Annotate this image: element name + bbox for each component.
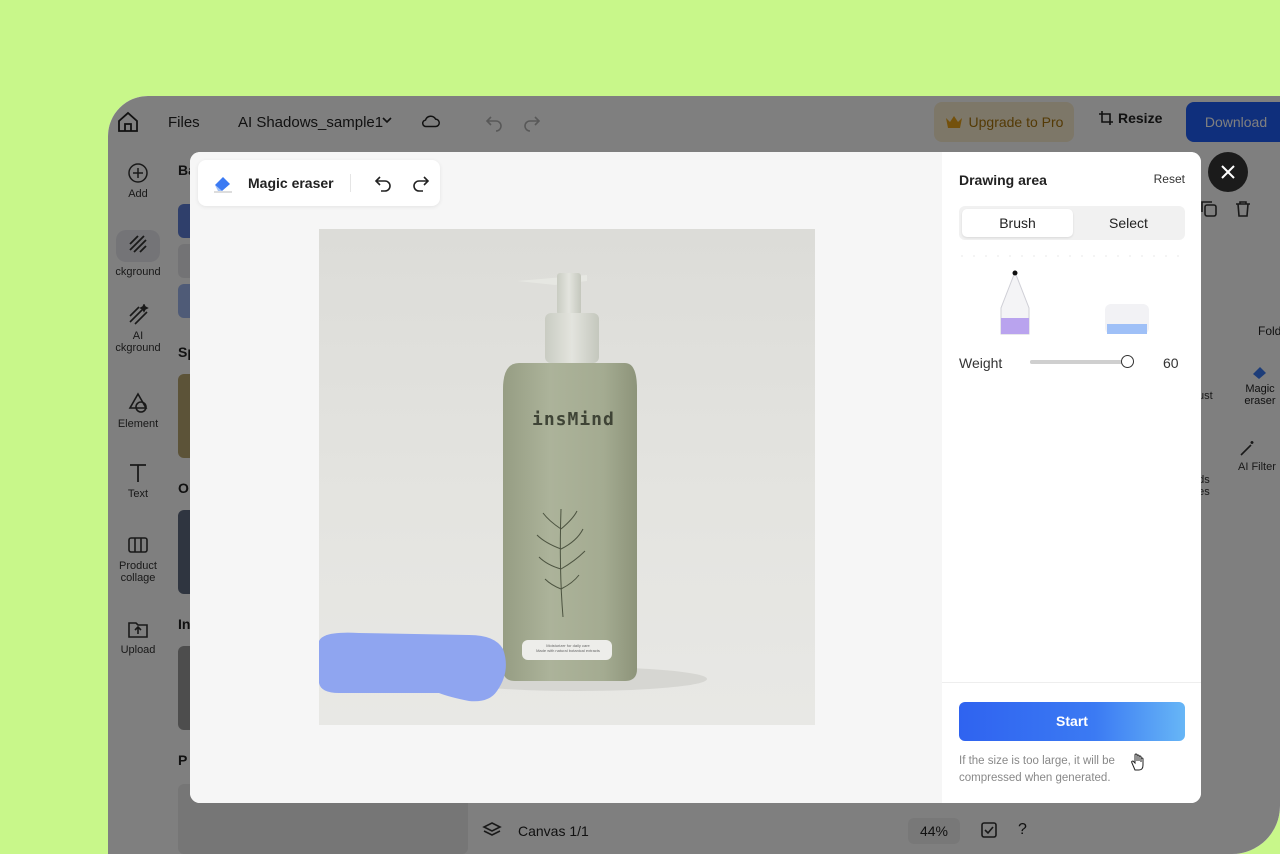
undo-icon[interactable] — [372, 172, 394, 194]
close-icon — [1221, 165, 1235, 179]
product-photo[interactable]: insMind Moisturizer for daily care Made … — [319, 229, 815, 725]
brush-mask-stroke — [319, 632, 506, 702]
tool-header: Magic eraser — [198, 160, 440, 206]
hand-cursor-icon — [1131, 753, 1144, 771]
divider — [942, 682, 1201, 683]
weight-slider[interactable] — [1030, 360, 1130, 364]
brush-eraser-illustration — [961, 255, 1185, 335]
bottle-brand: insMind — [532, 409, 615, 430]
start-button[interactable]: Start — [959, 702, 1185, 741]
bottle-label-line: Made with natural botanical extracts — [536, 648, 600, 653]
close-button[interactable] — [1208, 152, 1248, 192]
weight-value: 60 — [1163, 355, 1179, 371]
settings-panel: Drawing area Reset Brush Select Weight 6… — [942, 152, 1201, 803]
weight-label: Weight — [959, 355, 1003, 371]
tool-title: Magic eraser — [248, 175, 334, 191]
redo-icon[interactable] — [410, 172, 432, 194]
tab-brush[interactable]: Brush — [962, 209, 1073, 237]
mode-switch: Brush Select — [959, 206, 1185, 240]
divider — [350, 174, 351, 192]
reset-button[interactable]: Reset — [1154, 172, 1185, 186]
weight-slider-fill — [1030, 360, 1127, 364]
tab-select[interactable]: Select — [1073, 209, 1184, 237]
botanical-print-icon — [536, 508, 586, 618]
panel-title: Drawing area — [959, 172, 1047, 188]
workspace: Magic eraser insMind Moisturizer for dai… — [190, 152, 942, 803]
bottle-label: Moisturizer for daily care Made with nat… — [525, 643, 611, 653]
weight-slider-handle[interactable] — [1121, 355, 1134, 368]
magic-eraser-icon — [214, 177, 232, 193]
magic-eraser-dialog: Magic eraser insMind Moisturizer for dai… — [190, 152, 1201, 803]
